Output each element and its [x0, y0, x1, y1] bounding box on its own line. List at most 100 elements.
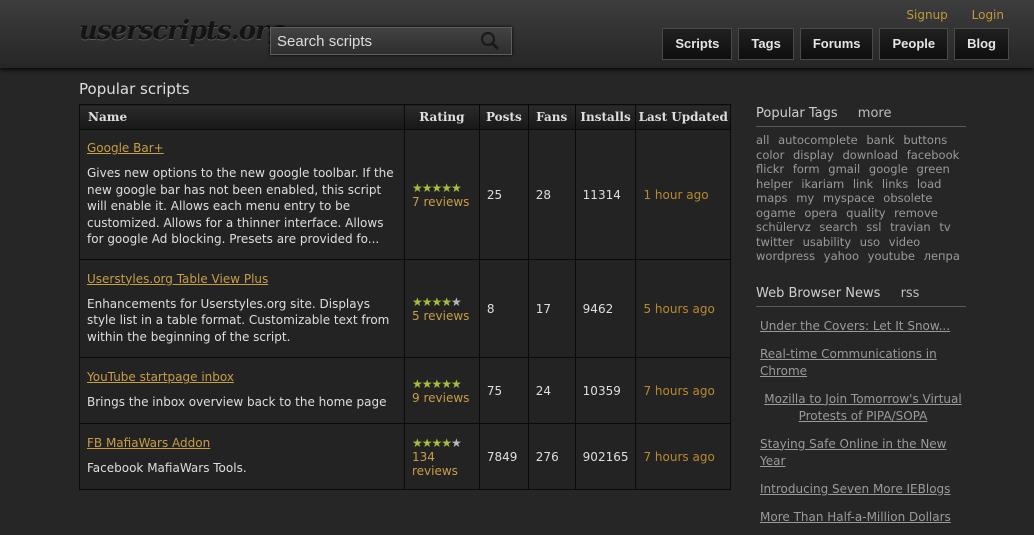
script-title-link[interactable]: Userstyles.org Table View Plus — [87, 272, 268, 286]
news-link[interactable]: Introducing Seven More IEBlogs — [760, 481, 966, 498]
tag-link[interactable]: schülervz — [756, 220, 811, 234]
script-description: Facebook MafiaWars Tools. — [87, 461, 247, 476]
search-input[interactable] — [271, 28, 477, 54]
tag-link[interactable]: color — [756, 148, 784, 162]
fans-value: 28 — [527, 129, 576, 260]
search-box[interactable] — [270, 27, 512, 55]
tag-link[interactable]: google — [869, 162, 908, 176]
script-cell: FB MafiaWars Addon Facebook MafiaWars To… — [79, 423, 405, 490]
tag-cloud: all autocomplete bank buttons color disp… — [756, 133, 966, 264]
tag-link[interactable]: green — [917, 162, 950, 176]
tag-link[interactable]: links — [882, 177, 908, 191]
rating-cell: ★★★★★ 9 reviews — [404, 357, 480, 424]
tag-link[interactable]: remove — [894, 206, 938, 220]
tag-link[interactable]: search — [819, 220, 857, 234]
installs-value: 902165 — [574, 423, 637, 490]
tag-link[interactable]: obsolete — [883, 191, 932, 205]
browser-news: Web Browser News rss Under the Covers: L… — [756, 286, 966, 526]
tag-link[interactable]: form — [793, 162, 820, 176]
tag-link[interactable]: bank — [866, 133, 894, 147]
script-cell: Google Bar+ Gives new options to the new… — [79, 129, 405, 260]
script-title-link[interactable]: YouTube startpage inbox — [87, 370, 234, 384]
more-tags-link[interactable]: more — [858, 106, 892, 121]
reviews-link[interactable]: 7 reviews — [412, 195, 472, 209]
login-link[interactable]: Login — [972, 8, 1004, 22]
table-header: Name Rating Posts Fans Installs Last Upd… — [79, 104, 731, 130]
nav-tags[interactable]: Tags — [738, 28, 794, 60]
tag-link[interactable]: download — [842, 148, 898, 162]
script-title-link[interactable]: Google Bar+ — [87, 141, 164, 155]
posts-value: 75 — [478, 357, 529, 424]
reviews-link[interactable]: 5 reviews — [412, 309, 472, 323]
tag-link[interactable]: myspace — [823, 191, 875, 205]
tag-link[interactable]: maps — [756, 191, 788, 205]
tag-link[interactable]: opera — [804, 206, 837, 220]
tag-link[interactable]: link — [853, 177, 873, 191]
tag-link[interactable]: uso — [860, 235, 880, 249]
updated-value: 5 hours ago — [635, 259, 731, 358]
reviews-link[interactable]: 134 reviews — [412, 450, 472, 478]
tag-link[interactable]: display — [793, 148, 834, 162]
tag-link[interactable]: buttons — [903, 133, 947, 147]
updated-value: 7 hours ago — [635, 357, 731, 424]
fans-value: 17 — [527, 259, 576, 358]
tag-link[interactable]: tv — [939, 220, 950, 234]
tag-link[interactable]: youtube — [868, 249, 915, 263]
tag-link[interactable]: autocomplete — [778, 133, 858, 147]
table-row: YouTube startpage inbox Brings the inbox… — [79, 357, 731, 424]
tag-link[interactable]: wordpress — [756, 249, 815, 263]
col-last-updated[interactable]: Last Updated — [635, 104, 731, 130]
tag-link[interactable]: helper — [756, 177, 793, 191]
tag-link[interactable]: video — [889, 235, 920, 249]
tag-link[interactable]: usability — [803, 235, 852, 249]
news-link[interactable]: Mozilla to Join Tomorrow's Virtual Prote… — [760, 391, 966, 425]
tag-link[interactable]: twitter — [756, 235, 794, 249]
script-description: Gives new options to the new google tool… — [87, 166, 394, 247]
account-links: Signup Login — [886, 8, 1004, 22]
table-row: Google Bar+ Gives new options to the new… — [79, 129, 731, 260]
tag-link[interactable]: yahoo — [824, 249, 859, 263]
nav-forums[interactable]: Forums — [799, 28, 874, 60]
tag-link[interactable]: лепра — [924, 249, 960, 263]
search-icon[interactable] — [480, 31, 500, 51]
news-link[interactable]: Staying Safe Online in the New Year — [760, 436, 966, 470]
col-posts[interactable]: Posts — [478, 104, 529, 130]
script-title-link[interactable]: FB MafiaWars Addon — [87, 436, 210, 450]
sidebar: Popular Tags more all autocomplete bank … — [756, 106, 966, 535]
news-link[interactable]: Real-time Communications in Chrome — [760, 346, 966, 380]
tag-link[interactable]: ssl — [866, 220, 881, 234]
browser-news-title: Web Browser News — [756, 285, 881, 301]
posts-value: 25 — [478, 129, 529, 260]
nav-blog[interactable]: Blog — [954, 28, 1009, 60]
script-description: Enhancements for Userstyles.org site. Di… — [87, 296, 390, 344]
rss-link[interactable]: rss — [901, 286, 920, 301]
news-link[interactable]: More Than Half-a-Million Dollars — [760, 509, 966, 526]
script-cell: YouTube startpage inbox Brings the inbox… — [79, 357, 405, 424]
popular-tags-title: Popular Tags — [756, 106, 838, 121]
script-description: Brings the inbox overview back to the ho… — [87, 395, 387, 410]
tag-link[interactable]: all — [756, 133, 769, 147]
tag-link[interactable]: ogame — [756, 206, 796, 220]
site-header: userscripts.org Signup Login Scripts Tag… — [0, 0, 1034, 68]
tag-link[interactable]: load — [917, 177, 942, 191]
news-link[interactable]: Under the Covers: Let It Snow... — [760, 318, 966, 335]
tag-link[interactable]: ikariam — [801, 177, 844, 191]
col-rating[interactable]: Rating — [404, 104, 480, 130]
reviews-link[interactable]: 9 reviews — [412, 391, 472, 405]
col-installs[interactable]: Installs — [574, 104, 637, 130]
rating-cell: ★★★★★ 5 reviews — [404, 259, 480, 358]
nav-people[interactable]: People — [879, 28, 949, 60]
col-name[interactable]: Name — [79, 104, 405, 130]
nav-scripts[interactable]: Scripts — [662, 28, 733, 60]
script-cell: Userstyles.org Table View Plus Enhanceme… — [79, 259, 405, 358]
tag-link[interactable]: my — [796, 191, 814, 205]
signup-link[interactable]: Signup — [906, 8, 947, 22]
tag-link[interactable]: gmail — [828, 162, 860, 176]
fans-value: 24 — [527, 357, 576, 424]
tag-link[interactable]: quality — [846, 206, 885, 220]
col-fans[interactable]: Fans — [527, 104, 576, 130]
tag-link[interactable]: facebook — [907, 148, 960, 162]
tag-link[interactable]: flickr — [756, 162, 784, 176]
site-logo[interactable]: userscripts.org — [79, 16, 286, 46]
tag-link[interactable]: travian — [890, 220, 931, 234]
